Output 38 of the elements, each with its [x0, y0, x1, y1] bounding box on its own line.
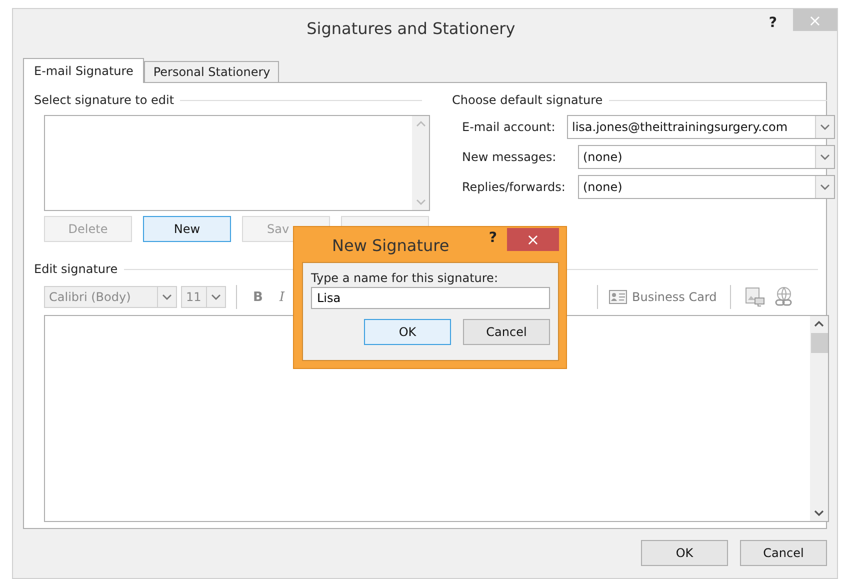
cancel-button[interactable]: Cancel: [740, 540, 827, 566]
close-button[interactable]: ×: [507, 228, 559, 251]
chevron-down-icon[interactable]: [162, 294, 172, 300]
ok-button[interactable]: OK: [641, 540, 728, 566]
signature-list[interactable]: [44, 115, 430, 211]
tab[interactable]: Personal Stationery: [144, 61, 280, 82]
bold-button[interactable]: B: [247, 290, 269, 304]
cancel-button[interactable]: Cancel: [463, 319, 550, 345]
dropdown[interactable]: (none): [578, 175, 835, 199]
window-title: Signatures and Stationery: [306, 19, 516, 38]
help-button[interactable]: ?: [488, 230, 497, 246]
field-label: New messages:: [462, 150, 558, 164]
section-heading: Choose default signature: [452, 93, 603, 107]
chevron-down-icon[interactable]: [820, 184, 830, 190]
scrollbar[interactable]: [810, 316, 828, 521]
picture-icon[interactable]: [744, 287, 765, 307]
business-card-button[interactable]: Business Card: [632, 290, 717, 304]
section-heading: Select signature to edit: [34, 93, 174, 107]
field-label: E-mail account:: [462, 120, 556, 134]
scrollbar-thumb[interactable]: [810, 333, 828, 353]
scroll-up-icon[interactable]: [814, 320, 824, 327]
chevron-down-icon[interactable]: [211, 294, 221, 300]
tab[interactable]: E-mail Signature: [23, 58, 144, 83]
field-label: Replies/forwards:: [462, 180, 566, 194]
signature-button[interactable]: New: [143, 216, 231, 242]
section-heading: Edit signature: [34, 262, 118, 276]
italic-button[interactable]: I: [273, 290, 291, 304]
dropdown[interactable]: (none): [578, 145, 835, 169]
signature-name-field[interactable]: Lisa: [311, 287, 550, 309]
scroll-down-icon[interactable]: [814, 510, 824, 517]
chevron-down-icon[interactable]: [820, 154, 830, 160]
contact-card-icon[interactable]: [609, 290, 627, 304]
dropdown[interactable]: lisa.jones@theittrainingsurgery.com: [567, 115, 835, 139]
dialog-title: New Signature: [332, 236, 450, 255]
ok-button[interactable]: OK: [364, 319, 451, 345]
name-prompt: Type a name for this signature:: [311, 271, 499, 285]
help-button[interactable]: ?: [768, 15, 777, 31]
chevron-down-icon[interactable]: [820, 124, 830, 130]
